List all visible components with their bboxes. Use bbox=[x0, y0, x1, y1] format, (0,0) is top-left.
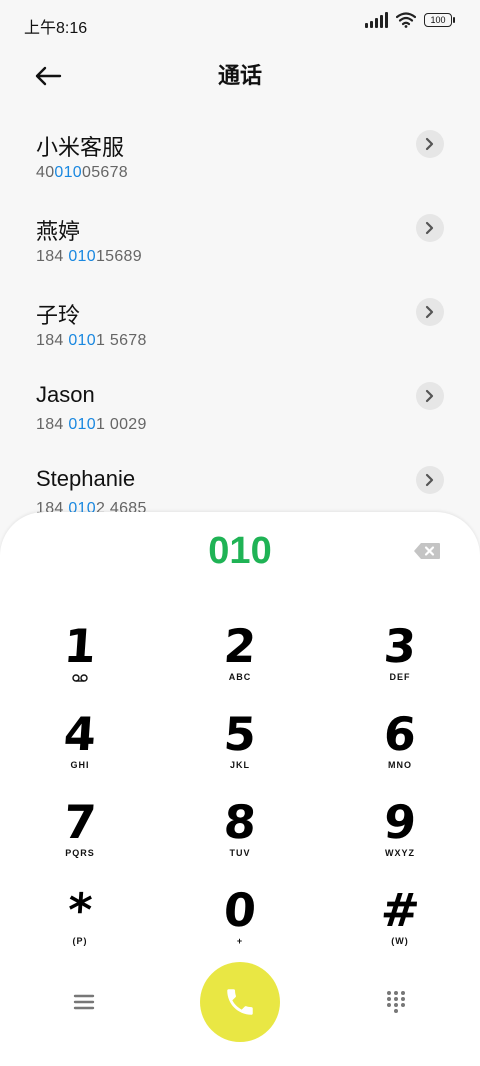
key-letters: (W) bbox=[391, 936, 409, 946]
key-letters: WXYZ bbox=[385, 848, 415, 858]
dial-key-3[interactable]: 3 DEF bbox=[340, 619, 460, 700]
key-letters: MNO bbox=[388, 760, 412, 770]
contact-name: 子玲 bbox=[36, 303, 81, 328]
key-digit: 6 bbox=[382, 707, 418, 761]
battery-level: 100 bbox=[430, 15, 446, 25]
chevron-right-icon bbox=[425, 389, 434, 403]
dialpad-toggle-button[interactable] bbox=[376, 986, 416, 1018]
key-digit: 3 bbox=[382, 619, 418, 673]
contact-item[interactable]: 燕婷 184 01015689 bbox=[0, 204, 480, 288]
menu-button[interactable] bbox=[64, 986, 104, 1018]
contact-list: 小米客服 4001005678 燕婷 184 01015689 子玲 184 0… bbox=[0, 120, 480, 540]
dial-key-0[interactable]: 0 + bbox=[180, 883, 300, 964]
dialed-number-input[interactable]: 010 bbox=[0, 530, 480, 573]
key-digit: 5 bbox=[222, 707, 258, 761]
dial-key-7[interactable]: 7 PQRS bbox=[20, 795, 140, 876]
contact-number: 4001005678 bbox=[36, 164, 129, 181]
chevron-right-icon bbox=[425, 305, 434, 319]
contact-item[interactable]: 子玲 184 0101 5678 bbox=[0, 288, 480, 372]
key-letters: GHI bbox=[70, 760, 90, 770]
status-bar: 上午8:16 100 bbox=[0, 0, 480, 46]
status-icons: 100 bbox=[365, 12, 455, 28]
dial-key-star[interactable]: * (P) bbox=[20, 883, 140, 964]
page-title: 通话 bbox=[217, 63, 262, 88]
dial-key-5[interactable]: 5 JKL bbox=[180, 707, 300, 788]
contact-number: 184 0101 0029 bbox=[36, 416, 147, 433]
key-letters: PQRS bbox=[65, 848, 95, 858]
voicemail-icon bbox=[72, 674, 88, 682]
key-digit: 0 bbox=[222, 883, 258, 937]
chevron-right-icon bbox=[425, 473, 434, 487]
contact-number: 184 01015689 bbox=[36, 248, 142, 265]
key-digit: 8 bbox=[222, 795, 258, 849]
chevron-right-icon bbox=[425, 137, 434, 151]
contact-detail-button[interactable] bbox=[416, 214, 444, 242]
dial-key-4[interactable]: 4 GHI bbox=[20, 707, 140, 788]
backspace-button[interactable] bbox=[410, 538, 444, 564]
key-letters: TUV bbox=[229, 848, 251, 858]
signal-icon bbox=[365, 12, 388, 28]
key-digit: 9 bbox=[382, 795, 418, 849]
key-letters: ABC bbox=[228, 672, 252, 682]
phone-icon bbox=[227, 989, 253, 1015]
key-letters: JKL bbox=[229, 760, 250, 770]
backspace-icon bbox=[414, 543, 440, 559]
bottom-action-bar bbox=[0, 960, 480, 1044]
key-digit: 7 bbox=[62, 795, 98, 849]
dialpad-grid-icon bbox=[387, 991, 405, 1013]
call-button[interactable] bbox=[200, 962, 280, 1042]
key-digit: 2 bbox=[222, 619, 258, 673]
key-letters: DEF bbox=[389, 672, 411, 682]
contact-name: 小米客服 bbox=[36, 135, 125, 160]
dial-key-1[interactable]: 1 bbox=[20, 619, 140, 700]
dial-key-2[interactable]: 2 ABC bbox=[180, 619, 300, 700]
status-time: 上午8:16 bbox=[24, 20, 88, 37]
key-letters: + bbox=[236, 936, 244, 946]
dial-key-8[interactable]: 8 TUV bbox=[180, 795, 300, 876]
contact-detail-button[interactable] bbox=[416, 298, 444, 326]
contact-detail-button[interactable] bbox=[416, 466, 444, 494]
key-letters: (P) bbox=[72, 936, 88, 946]
contact-name: Jason bbox=[36, 382, 95, 407]
header: 通话 bbox=[0, 46, 480, 102]
contact-detail-button[interactable] bbox=[416, 382, 444, 410]
contact-number: 184 0101 5678 bbox=[36, 332, 147, 349]
chevron-right-icon bbox=[425, 221, 434, 235]
dial-key-hash[interactable]: # (W) bbox=[340, 883, 460, 964]
contact-item[interactable]: Jason 184 0101 0029 bbox=[0, 372, 480, 456]
wifi-icon bbox=[396, 12, 416, 28]
key-digit: * bbox=[66, 883, 94, 937]
key-digit: 1 bbox=[62, 619, 98, 673]
contact-name: 燕婷 bbox=[36, 219, 81, 244]
contact-name: Stephanie bbox=[36, 466, 136, 491]
battery-icon: 100 bbox=[424, 13, 455, 27]
key-digit: # bbox=[378, 883, 422, 937]
dial-key-9[interactable]: 9 WXYZ bbox=[340, 795, 460, 876]
contact-item[interactable]: 小米客服 4001005678 bbox=[0, 120, 480, 204]
contact-detail-button[interactable] bbox=[416, 130, 444, 158]
menu-icon bbox=[73, 994, 95, 1010]
dial-key-6[interactable]: 6 MNO bbox=[340, 707, 460, 788]
key-digit: 4 bbox=[62, 707, 98, 761]
